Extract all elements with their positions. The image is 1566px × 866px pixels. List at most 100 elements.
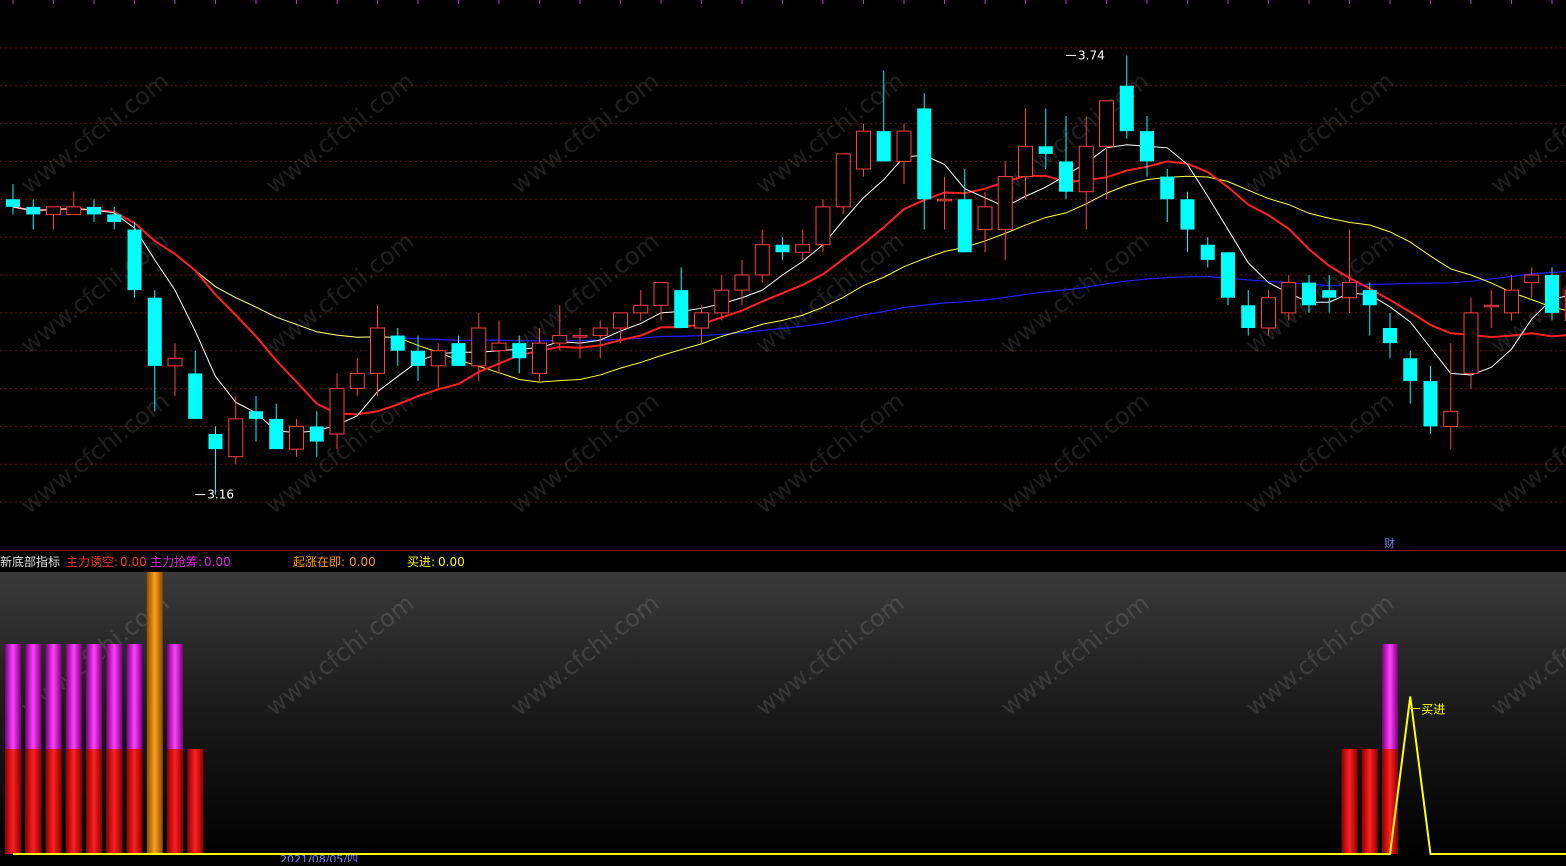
bar-zhuli-youkong [25,749,42,854]
candle-body [349,372,365,390]
legend-value-zhuli-qiangchou: 0.00 [204,555,231,569]
bar-zhuli-youkong [167,749,183,854]
watermark-text: www.cfchi.com [505,67,664,200]
watermark-text: www.cfchi.com [1240,67,1399,200]
candle-body [188,373,203,419]
candle-body [512,343,527,359]
candle-body [1261,297,1276,329]
candle-body [309,426,324,442]
maijin-annotation-label: 买进 [1421,703,1445,717]
indicator-title: 新底部指标 [0,555,61,569]
candle-body [734,274,750,291]
candle-body [1504,289,1519,314]
watermark-text: www.cfchi.com [750,387,909,520]
watermark-text: www.cfchi.com [995,227,1154,360]
watermark-text: www.cfchi.com [1240,387,1399,520]
candle-body [775,244,790,253]
bar-zhuli-youkong [1382,749,1398,854]
candle-body [977,206,993,231]
legend-value-zhuli-youkong: 0.00 [120,555,147,569]
candle-body [1180,199,1195,230]
bar-zhuli-youkong [45,749,62,854]
legend-label-qizhang-zaiji: 起涨在即: [293,555,346,569]
candle-body [1342,282,1357,299]
candle-body [329,388,345,435]
candle-body [1078,145,1094,193]
candle-body [208,434,223,450]
candle-body [1119,85,1134,132]
indicator-panel[interactable]: www.cfchi.com www.cfchi.com www.cfchi.com w… [0,570,1566,858]
candle-body [795,244,811,253]
candle-body [653,282,669,306]
candle-body [289,425,304,450]
candle-body [937,198,952,202]
legend-value-maijin: 0.00 [438,555,465,569]
bar-zhuli-youkong [65,749,82,854]
watermark-text: www.cfchi.com [1240,589,1399,722]
candle-body [66,206,82,215]
candle-body [694,312,709,329]
candle-body [1241,305,1256,328]
candle-body [1322,290,1337,298]
candle-body [430,350,446,367]
watermark-text: www.cfchi.com [260,67,419,200]
candlestick-panel[interactable]: www.cfchi.com www.cfchi.com www.cfchi.com w… [0,0,1566,680]
watermark-text: www.cfchi.com [505,387,664,520]
candlestick-chart[interactable]: www.cfchi.com www.cfchi.com www.cfchi.com w… [0,0,1566,680]
candle-body [754,244,770,276]
legend-value-qizhang-zaiji: 0.00 [349,555,376,569]
candle-body [46,206,61,215]
candle-body [1463,312,1479,374]
candle-body [633,304,649,314]
watermark-text: www.cfchi.com [995,387,1154,520]
candle-body [1200,244,1215,260]
candle-body [815,206,831,246]
candle-body [957,199,972,253]
candle-body [1423,381,1438,427]
candle-body [896,130,912,162]
candle-body [714,289,730,314]
date-strip: 2021/08/05/四 [0,854,1566,866]
candle-body [411,350,425,366]
candle-body [674,290,689,328]
legend-label-zhuli-qiangchou: 主力抢筹: [150,555,203,569]
bar-zhuli-youkong [1361,749,1378,854]
watermark-text: www.cfchi.com [1485,387,1566,520]
legend-label-zhuli-youkong: 主力诱空: [66,555,119,569]
candle-body [552,335,568,344]
candle-body [613,312,628,329]
candle-body [370,327,385,374]
bar-zhuli-youkong [187,749,204,854]
legend-label-maijin: 买进: [407,555,436,569]
candle-body [491,342,507,352]
price-annotation-label: 3.74 [1078,48,1105,62]
candle-body [471,327,487,367]
candle-body [917,108,932,200]
candle-body [592,327,608,337]
watermark-text: www.cfchi.com [1485,589,1566,722]
watermark-text: www.cfchi.com [1485,67,1566,200]
candle-body [532,342,547,374]
candle-body [127,229,142,291]
indicator-chart[interactable]: www.cfchi.com www.cfchi.com www.cfchi.com w… [0,570,1566,858]
candle-body [147,297,162,366]
candle-body [107,214,122,222]
candle-body [1038,146,1053,154]
candle-body [572,335,588,338]
watermark-text: www.cfchi.com [15,67,174,200]
price-annotation-label: 3.16 [207,488,234,502]
candle-body [228,418,244,458]
candle-body [1302,282,1316,306]
bar-zhuli-youkong [1341,749,1358,854]
watermark-text: www.cfchi.com [750,589,909,722]
bar-zhuli-youkong [106,749,123,854]
candle-body [390,335,405,351]
bar-zhuli-youkong [86,749,102,854]
candle-body [835,153,851,208]
candle-body [1362,290,1377,306]
bar-qizhang-zaiji [146,570,163,854]
bar-zhuli-youkong [5,749,21,854]
candle-body [167,357,183,367]
candle-body [1443,410,1459,427]
candle-body [856,130,871,170]
